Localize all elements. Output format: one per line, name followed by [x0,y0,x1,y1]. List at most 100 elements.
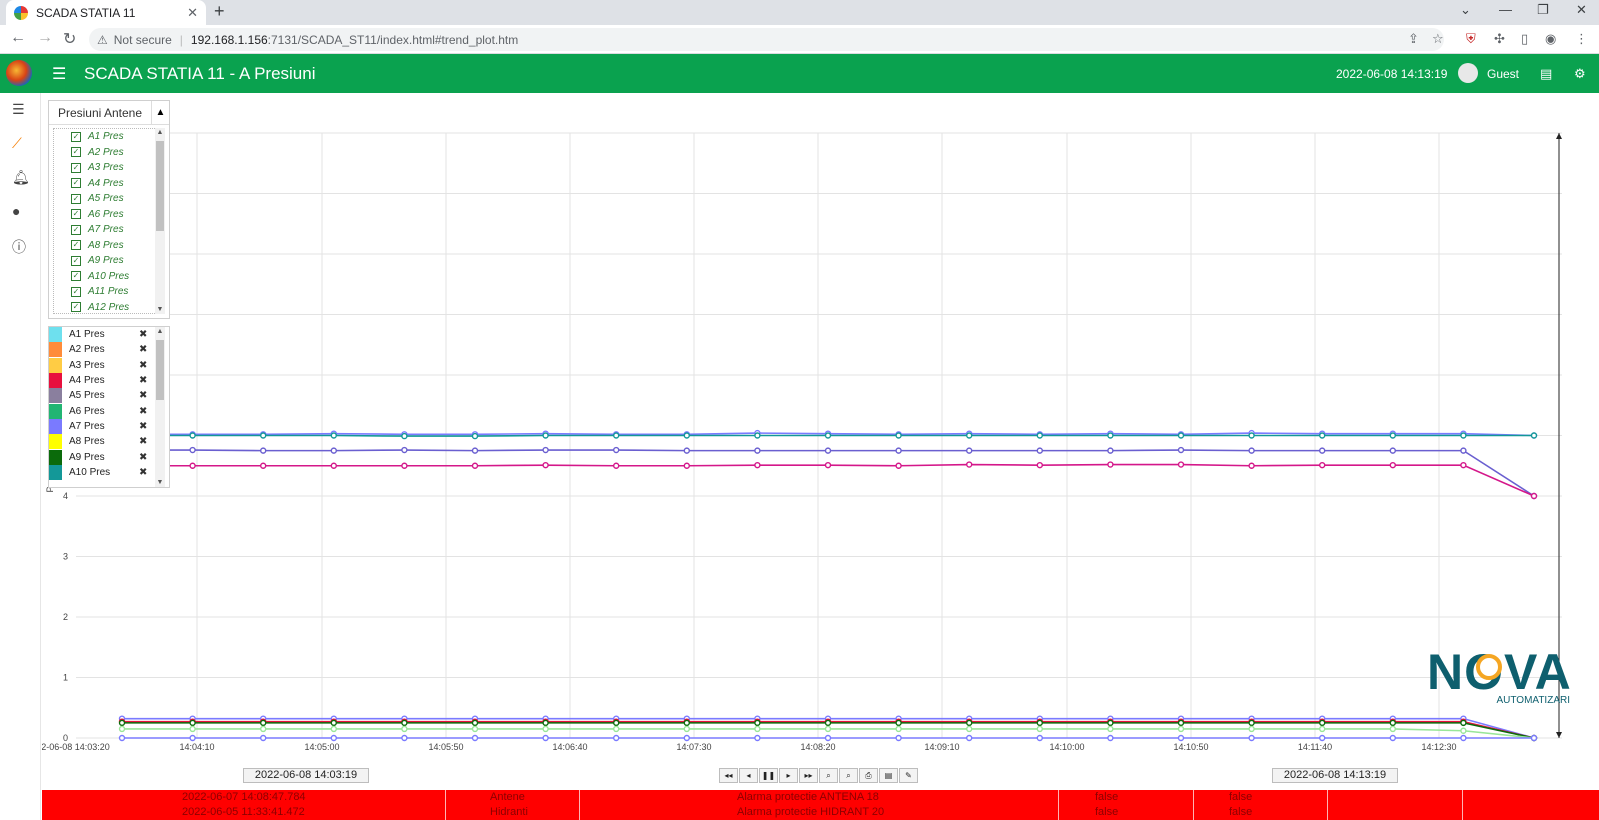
profile-icon[interactable]: ◉ [1545,31,1556,47]
zoom-out-button[interactable]: ⌕ [839,768,858,783]
legend-item[interactable]: A5 Pres ✖ [49,388,169,404]
restore-icon[interactable]: ❐ [1537,2,1549,18]
tag-button[interactable]: ✎ [899,768,918,783]
reload-icon[interactable]: ↻ [63,29,76,49]
series-checkbox-item[interactable]: ✓ A3 Pres [54,160,156,176]
checkbox-checked-icon[interactable]: ✓ [71,209,81,220]
zoom-in-button[interactable]: ⌕ [819,768,838,783]
checkbox-checked-icon[interactable]: ✓ [71,302,81,313]
minimize-icon[interactable]: — [1499,2,1512,17]
first-button[interactable]: ◂◂ [719,768,738,783]
nav-user-icon[interactable]: ● [12,203,20,219]
legend-item[interactable]: A8 Pres ✖ [49,434,169,450]
nav-trend-chart-icon[interactable]: ⟋ [12,135,22,152]
series-checkbox-item[interactable]: ✓ A9 Pres [54,253,156,269]
checkbox-checked-icon[interactable]: ✓ [71,147,81,158]
caret-up-icon[interactable]: ▲ [151,100,169,125]
side-panel-icon[interactable]: ▯ [1521,31,1528,47]
series-checkbox-item[interactable]: ✓ A8 Pres [54,238,156,254]
export-button[interactable]: ▤ [879,768,898,783]
user-avatar[interactable] [1458,63,1478,83]
start-date-field[interactable]: 2022-06-08 14:03:19 [243,768,369,783]
series-checkbox-item[interactable]: ✓ A11 Pres [54,284,156,300]
end-date-field[interactable]: 2022-06-08 14:13:19 [1272,768,1398,783]
series-checkbox-item[interactable]: ✓ A6 Pres [54,207,156,223]
checkbox-checked-icon[interactable]: ✓ [71,193,81,204]
remove-series-icon[interactable]: ✖ [139,467,147,478]
legend-item[interactable]: A3 Pres ✖ [49,357,169,373]
legend-item[interactable]: A7 Pres ✖ [49,418,169,434]
share-icon[interactable]: ⇪ [1408,31,1419,47]
settings-gear-icon[interactable]: ⚙ [1574,66,1586,82]
nav-alarm-bell-icon[interactable]: 🔔︎ [12,169,30,186]
scroll-down-icon[interactable]: ▼ [155,306,165,313]
bookmark-star-icon[interactable]: ☆ [1432,31,1444,47]
tab-search-icon[interactable]: ⌄ [1460,2,1471,18]
checkbox-checked-icon[interactable]: ✓ [71,286,81,297]
remove-series-icon[interactable]: ✖ [139,436,147,447]
series-checkbox-item[interactable]: ✓ A10 Pres [54,269,156,285]
trend-chart[interactable]: 22-06-08 14:03:20 14:04:10 14:05:00 14:05:5… [36,93,1599,773]
checkbox-checked-icon[interactable]: ✓ [71,178,81,189]
series-point [259,432,267,439]
pause-button[interactable]: ❚❚ [759,768,778,783]
series-group-dropdown[interactable]: Presiuni Antene ▲ [49,100,169,125]
remove-series-icon[interactable]: ✖ [139,452,147,463]
series-checkbox-item[interactable]: ✓ A1 Pres [54,129,156,145]
next-button[interactable]: ▸ [779,768,798,783]
legend-item[interactable]: A9 Pres ✖ [49,449,169,465]
back-icon[interactable]: ← [10,29,26,47]
prev-button[interactable]: ◂ [739,768,758,783]
legend-item[interactable]: A1 Pres ✖ [49,327,169,343]
series-checkbox-item[interactable]: ✓ A12 Pres [54,300,156,314]
remove-series-icon[interactable]: ✖ [139,329,147,340]
remove-series-icon[interactable]: ✖ [139,406,147,417]
series-point [1389,432,1397,439]
new-tab-button[interactable]: + [214,1,225,22]
alarm-row[interactable]: 2022-06-05 11:33:41.472 Hidranti Alarma pr… [42,805,1599,820]
remove-series-icon[interactable]: ✖ [139,421,147,432]
remove-series-icon[interactable]: ✖ [139,390,147,401]
legend-item[interactable]: A2 Pres ✖ [49,342,169,358]
remove-series-icon[interactable]: ✖ [139,360,147,371]
user-name[interactable]: Guest [1487,67,1519,81]
remove-series-icon[interactable]: ✖ [139,344,147,355]
selector-scrollbar[interactable]: ▲ ▼ [155,128,165,314]
scroll-down-icon[interactable]: ▼ [155,479,165,486]
checkbox-checked-icon[interactable]: ✓ [71,271,81,282]
checkbox-checked-icon[interactable]: ✓ [71,255,81,266]
legend-item[interactable]: A10 Pres ✖ [49,464,169,480]
checkbox-checked-icon[interactable]: ✓ [71,131,81,142]
series-point [895,734,902,742]
close-tab-icon[interactable]: ✕ [187,5,198,21]
forward-icon[interactable]: → [37,29,53,47]
browser-menu-icon[interactable]: ⋮ [1575,31,1588,47]
scroll-up-icon[interactable]: ▲ [155,129,165,136]
series-checkbox-item[interactable]: ✓ A7 Pres [54,222,156,238]
legend-item[interactable]: A4 Pres ✖ [49,373,169,389]
ublock-extension-icon[interactable]: ⛨ [1466,31,1476,47]
scroll-up-icon[interactable]: ▲ [155,328,165,335]
extensions-icon[interactable]: ✣ [1494,31,1505,47]
remove-series-icon[interactable]: ✖ [139,375,147,386]
scroll-thumb[interactable] [156,340,164,400]
nav-info-icon[interactable]: ⓘ [12,237,26,257]
url-field[interactable]: ⚠ Not secure | 192.168.1.156 :7131/SCADA… [89,28,1444,51]
series-checkbox-item[interactable]: ✓ A2 Pres [54,145,156,161]
dashboard-icon[interactable]: ▤ [1540,66,1552,82]
browser-tab[interactable]: SCADA STATIA 11 ✕ [6,0,206,25]
nav-menu-icon[interactable]: ☰ [12,101,25,118]
series-checkbox-item[interactable]: ✓ A4 Pres [54,176,156,192]
print-button[interactable]: ⎙ [859,768,878,783]
legend-item[interactable]: A6 Pres ✖ [49,403,169,419]
series-checkbox-item[interactable]: ✓ A5 Pres [54,191,156,207]
alarm-row[interactable]: 2022-06-07 14:08:47.784 Antene Alarma prot… [42,790,1599,805]
checkbox-checked-icon[interactable]: ✓ [71,240,81,251]
checkbox-checked-icon[interactable]: ✓ [71,162,81,173]
scroll-thumb[interactable] [156,141,164,231]
close-window-icon[interactable]: ✕ [1576,2,1587,18]
hamburger-menu-icon[interactable]: ☰ [52,64,66,84]
checkbox-checked-icon[interactable]: ✓ [71,224,81,235]
last-button[interactable]: ▸▸ [799,768,818,783]
legend-scrollbar[interactable]: ▲ ▼ [155,327,165,487]
